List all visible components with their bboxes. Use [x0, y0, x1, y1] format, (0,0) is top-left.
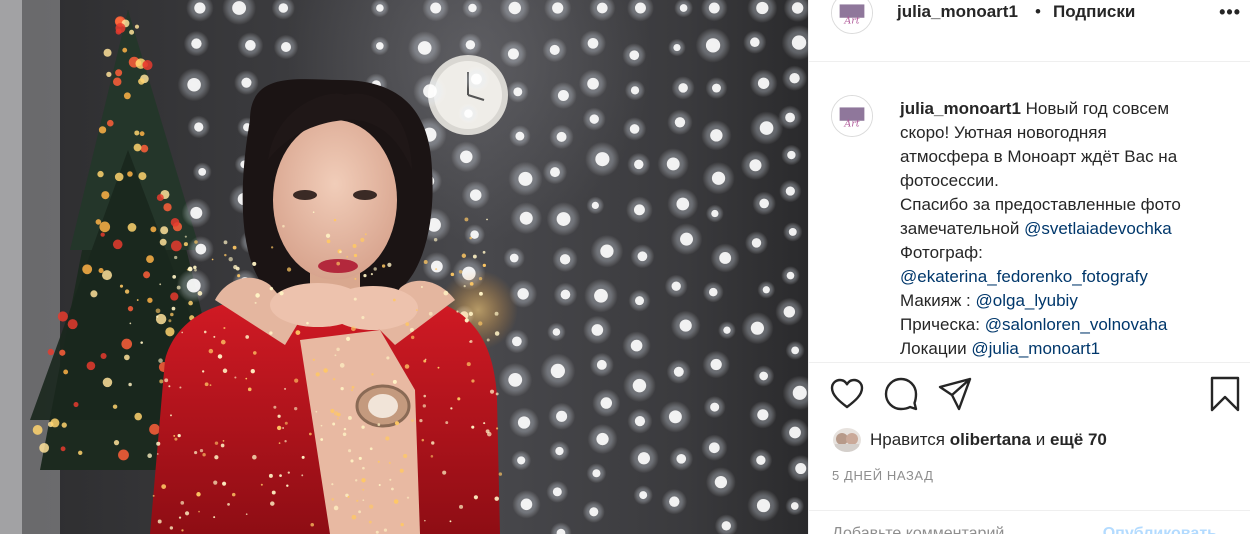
likes-count-link[interactable]: ещё 70: [1050, 430, 1107, 449]
likes-conjunction: и: [1035, 430, 1046, 449]
caption-line: Спасибо за предоставленные фото: [900, 193, 1235, 217]
caption-text: скоро! Уютная новогодняя: [900, 123, 1107, 142]
author-avatar[interactable]: Art: [831, 0, 873, 34]
caption-line: Прическа: @salonloren_volnovaha: [900, 313, 1235, 337]
post-timestamp[interactable]: 5 ДНЕЙ НАЗАД: [832, 468, 934, 483]
caption-author[interactable]: julia_monoart1: [900, 99, 1021, 118]
mention-link[interactable]: @olga_lyubiy: [976, 291, 1078, 310]
heart-icon: [830, 378, 864, 409]
share-icon: [938, 377, 972, 411]
caption-line: фотосессии.: [900, 169, 1235, 193]
likes-text: Нравится olibertana и ещё 70: [870, 430, 1107, 450]
caption-text: Новый год совсем: [1025, 99, 1170, 118]
action-bar: [809, 376, 1250, 416]
svg-text:Art: Art: [843, 118, 859, 129]
caption-line: Локации @julia_monoart1: [900, 337, 1235, 361]
caption-text: фотосессии.: [900, 171, 999, 190]
monoart-logo-icon: Art: [832, 0, 872, 33]
share-button[interactable]: [937, 376, 973, 412]
like-button[interactable]: [829, 376, 865, 412]
header-separator: •: [1035, 2, 1041, 21]
caption-line: замечательной @svetlaiadevochka: [900, 217, 1235, 241]
mention-link[interactable]: @julia_monoart1: [971, 339, 1100, 358]
caption-text: замечательной: [900, 219, 1025, 238]
liker-username[interactable]: olibertana: [950, 430, 1031, 449]
caption-author-avatar[interactable]: Art: [831, 95, 873, 137]
mention-link[interactable]: @ekaterina_fedorenko_fotografy: [900, 267, 1148, 286]
caption-text: Локации: [900, 339, 972, 358]
caption-line: julia_monoart1 Новый год совсем: [900, 97, 1235, 121]
post-caption: julia_monoart1 Новый год совсем скоро! У…: [900, 97, 1235, 361]
post-comment-button[interactable]: Опубликовать: [1103, 525, 1217, 534]
more-options-icon[interactable]: •••: [1219, 2, 1241, 23]
likes-prefix: Нравится: [870, 430, 946, 449]
caption-line: Макияж : @olga_lyubiy: [900, 289, 1235, 313]
post-photo[interactable]: [0, 0, 808, 534]
woman-figure: [150, 79, 500, 534]
caption-section: Art julia_monoart1 Новый год совсем скор…: [809, 63, 1250, 363]
svg-text:Art: Art: [843, 15, 859, 26]
caption-text: Спасибо за предоставленные фото: [900, 195, 1181, 214]
caption-text: Фотограф:: [900, 243, 983, 262]
bookmark-icon: [1210, 376, 1240, 412]
caption-text: Прическа:: [900, 315, 985, 334]
liker-avatar[interactable]: [833, 428, 861, 452]
post-details-panel: Art julia_monoart1 • Подписки ••• Art ju…: [808, 0, 1250, 534]
caption-text: Макияж :: [900, 291, 976, 310]
caption-line: @ekaterina_fedorenko_fotografy: [900, 265, 1235, 289]
caption-line: скоро! Уютная новогодняя: [900, 121, 1235, 145]
author-username[interactable]: julia_monoart1: [897, 2, 1018, 22]
photo-artwork: [0, 0, 808, 534]
post-header: Art julia_monoart1 • Подписки •••: [809, 0, 1250, 62]
save-button[interactable]: [1207, 376, 1243, 412]
comment-button[interactable]: [883, 376, 919, 412]
following-button[interactable]: Подписки: [1053, 2, 1135, 22]
mention-link[interactable]: @svetlaiadevochka: [1024, 219, 1172, 238]
caption-text: атмосфера в Моноарт ждёт Вас на: [900, 147, 1178, 166]
caption-line: атмосфера в Моноарт ждёт Вас на: [900, 145, 1235, 169]
monoart-logo-icon: Art: [832, 96, 872, 136]
mention-link[interactable]: @salonloren_volnovaha: [985, 315, 1168, 334]
comment-bar: Добавьте комментарий... Опубликовать: [809, 510, 1250, 534]
comment-input[interactable]: Добавьте комментарий...: [832, 525, 1018, 534]
comment-icon: [884, 377, 918, 411]
caption-line: Фотограф:: [900, 241, 1235, 265]
liker-photo: [833, 428, 861, 452]
